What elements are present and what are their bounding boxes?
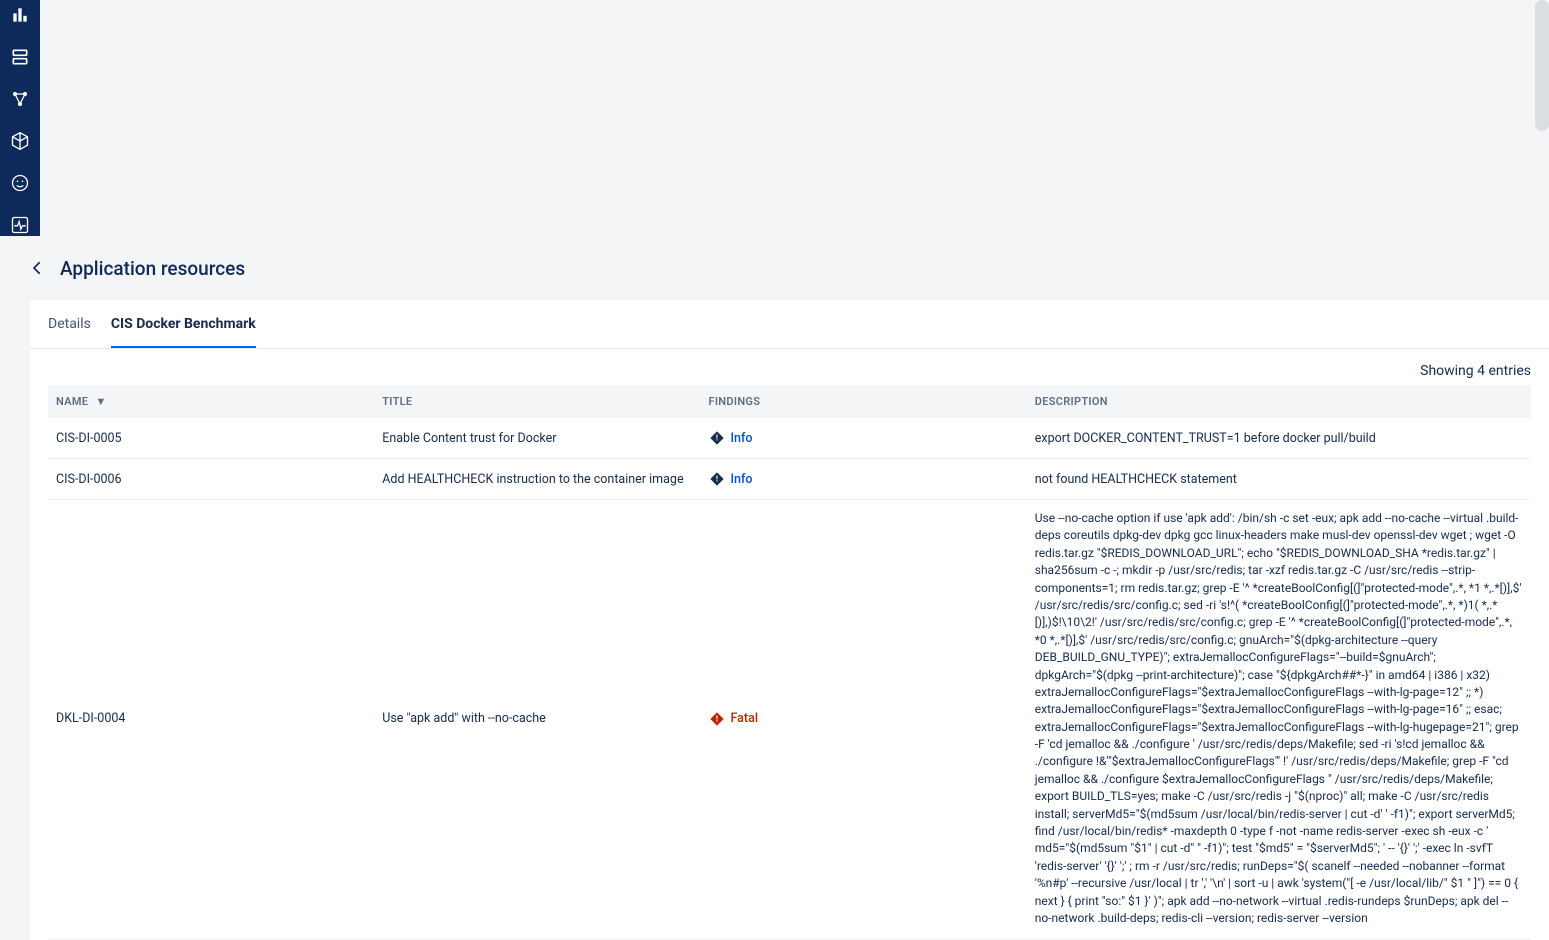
cell-name: CIS-DI-0006 [48, 459, 374, 500]
header: Application resources [0, 236, 1549, 300]
svg-text:!: ! [715, 434, 718, 443]
cell-description: not found HEALTHCHECK statement [1027, 459, 1531, 500]
finding-level: Info [731, 472, 753, 487]
severity-info-icon: ! [709, 471, 725, 487]
finding-level: Info [731, 431, 753, 446]
table-showing-count: Showing 4 entries [1420, 363, 1531, 379]
main: Application resources Details CIS Docker… [0, 236, 1549, 940]
cell-findings: ! Info [701, 459, 1027, 500]
table-row[interactable]: CIS-DI-0006 Add HEALTHCHECK instruction … [48, 459, 1531, 500]
cell-title: Use "apk add" with --no-cache [374, 500, 700, 940]
tab-details[interactable]: Details [48, 300, 91, 348]
benchmark-table: NAME ▼ TITLE FINDINGS DESCRIPTION CIS-DI… [48, 385, 1531, 940]
cell-title: Enable Content trust for Docker [374, 418, 700, 459]
table-row[interactable]: CIS-DI-0005 Enable Content trust for Doc… [48, 418, 1531, 459]
activity-icon[interactable] [9, 214, 31, 236]
svg-text:!: ! [715, 475, 718, 484]
cube-icon[interactable] [9, 130, 31, 152]
svg-text:!: ! [715, 714, 718, 723]
smiley-icon[interactable] [9, 172, 31, 194]
col-header-description[interactable]: DESCRIPTION [1027, 385, 1531, 418]
bar-chart-icon[interactable] [9, 4, 31, 26]
cell-name: DKL-DI-0004 [48, 500, 374, 940]
content-card: Details CIS Docker Benchmark Showing 4 e… [30, 300, 1549, 940]
tab-cis-docker-benchmark[interactable]: CIS Docker Benchmark [111, 300, 256, 348]
sort-desc-icon: ▼ [95, 395, 106, 408]
severity-fatal-icon: ! [709, 711, 725, 727]
cell-name: CIS-DI-0005 [48, 418, 374, 459]
col-header-name[interactable]: NAME ▼ [48, 385, 374, 418]
page-title: Application resources [60, 257, 245, 280]
cell-title: Add HEALTHCHECK instruction to the conta… [374, 459, 700, 500]
cell-findings: ! Fatal [701, 500, 1027, 940]
table-row[interactable]: DKL-DI-0004 Use "apk add" with --no-cach… [48, 500, 1531, 940]
cell-description: Use --no-cache option if use 'apk add': … [1027, 500, 1531, 940]
nodes-icon[interactable] [9, 88, 31, 110]
table-wrap: Showing 4 entries NAME ▼ TITLE FINDINGS … [30, 349, 1549, 940]
tabs: Details CIS Docker Benchmark [30, 300, 1549, 349]
finding-level: Fatal [731, 711, 759, 726]
sidebar [0, 0, 40, 236]
scrollbar[interactable] [1535, 0, 1549, 131]
severity-info-icon: ! [709, 430, 725, 446]
col-header-title[interactable]: TITLE [374, 385, 700, 418]
back-button[interactable] [28, 259, 46, 277]
cell-description: export DOCKER_CONTENT_TRUST=1 before doc… [1027, 418, 1531, 459]
server-icon[interactable] [9, 46, 31, 68]
cell-findings: ! Info [701, 418, 1027, 459]
col-header-findings[interactable]: FINDINGS [701, 385, 1027, 418]
